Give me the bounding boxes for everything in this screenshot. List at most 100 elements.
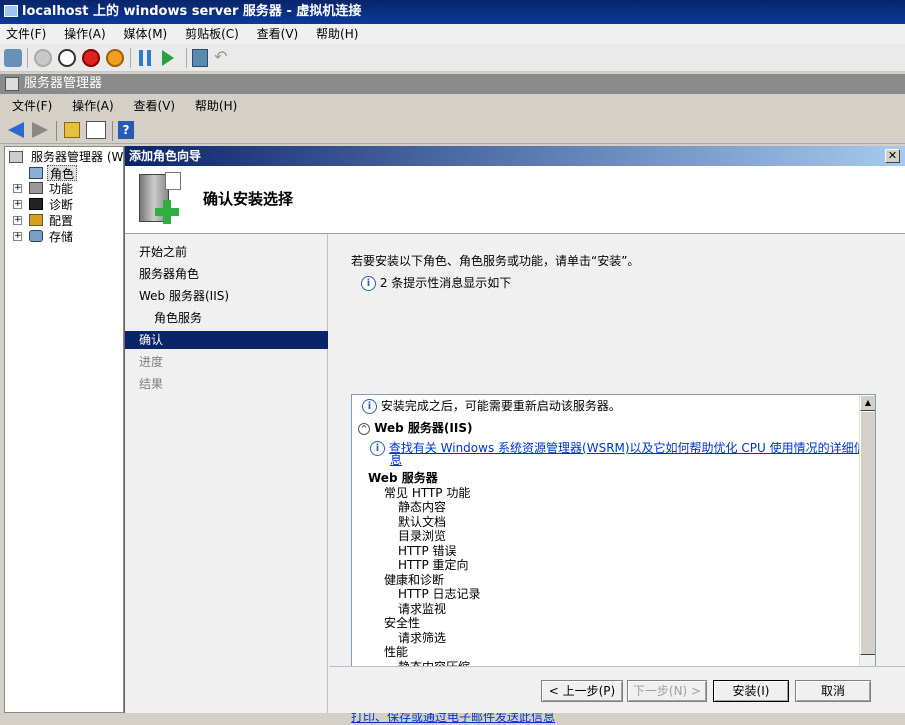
add-icon <box>155 200 179 224</box>
nav-confirmation[interactable]: 确认 <box>125 331 328 349</box>
wizard-nav: 开始之前 服务器角色 Web 服务器(IIS) 角色服务 确认 进度 结果 <box>125 234 328 713</box>
sm-menu-help[interactable]: 帮助(H) <box>195 99 237 113</box>
wsrm-row: i 查找有关 Windows 系统资源管理器(WSRM)以及它如何帮助优化 CP… <box>370 441 866 456</box>
role-service-item: HTTP 重定向 <box>398 558 469 572</box>
tree-item-configuration[interactable]: 配置 <box>49 213 73 229</box>
role-service-item: 健康和诊断 <box>384 572 445 587</box>
tree-item-features[interactable]: 功能 <box>49 181 73 197</box>
wizard-header: 确认安装选择 <box>125 166 905 234</box>
sm-menu-view[interactable]: 查看(V) <box>134 99 176 113</box>
role-service-item: 请求监视 <box>398 601 447 616</box>
close-icon[interactable]: ✕ <box>885 149 900 163</box>
role-service-item: 默认文档 <box>398 514 447 529</box>
tree-item-storage[interactable]: 存储 <box>49 229 73 245</box>
expand-icon[interactable]: + <box>13 184 22 193</box>
up-folder-icon[interactable] <box>64 122 80 138</box>
nav-progress: 进度 <box>139 355 164 369</box>
info-summary: i 2 条提示性消息显示如下 <box>361 274 511 291</box>
roles-icon <box>29 167 43 179</box>
cancel-button[interactable]: 取消 <box>795 680 871 702</box>
role-service-item: 请求筛选 <box>398 630 447 645</box>
snapshot-icon[interactable] <box>192 49 208 67</box>
scroll-up-icon[interactable]: ▲ <box>860 395 875 411</box>
info-icon: i <box>361 276 376 291</box>
pause-icon[interactable] <box>139 50 151 66</box>
vm-toolbar: ↶ <box>0 44 905 72</box>
forward-arrow-icon[interactable] <box>32 122 48 138</box>
diagnostics-icon <box>29 198 43 210</box>
vm-window-title: localhost 上的 windows server 服务器 - 虚拟机连接 <box>22 4 362 19</box>
revert-icon[interactable]: ↶ <box>214 49 230 65</box>
show-hide-tree-icon[interactable] <box>86 121 106 139</box>
toolbar-divider <box>186 48 187 68</box>
results-list[interactable]: i 安装完成之后，可能需要重新启动该服务器。 ^ Web 服务器(IIS) i … <box>351 394 876 698</box>
vm-menu-bar: 文件(F) 操作(A) 媒体(M) 剪贴板(C) 查看(V) 帮助(H) <box>0 24 905 44</box>
server-manager-title: 服务器管理器 <box>24 76 103 91</box>
sm-menu-bar: 文件(F) 操作(A) 查看(V) 帮助(H) <box>0 94 905 118</box>
back-arrow-icon[interactable] <box>8 122 24 138</box>
restart-notice-row: i 安装完成之后，可能需要重新启动该服务器。 <box>362 399 621 414</box>
toolbar-divider <box>27 48 28 68</box>
nav-before-you-begin[interactable]: 开始之前 <box>125 243 328 261</box>
sm-menu-file[interactable]: 文件(F) <box>12 99 52 113</box>
server-manager-title-bar: 服务器管理器 <box>0 74 905 94</box>
wizard-heading: 确认安装选择 <box>203 190 294 208</box>
toolbar-divider <box>56 121 57 141</box>
wizard-title: 添加角色向导 <box>129 149 202 163</box>
expand-icon[interactable]: + <box>13 216 22 225</box>
vm-menu-media[interactable]: 媒体(M) <box>124 27 168 41</box>
expand-icon[interactable]: + <box>13 200 22 209</box>
tree-item-diagnostics[interactable]: 诊断 <box>49 197 73 213</box>
start-icon[interactable] <box>34 49 52 67</box>
save-state-icon[interactable] <box>106 49 124 67</box>
vm-menu-view[interactable]: 查看(V) <box>257 27 299 41</box>
nav-server-roles[interactable]: 服务器角色 <box>125 265 328 283</box>
section-header[interactable]: ^ Web 服务器(IIS) <box>358 421 472 435</box>
toolbar-divider <box>112 121 113 141</box>
document-icon <box>165 172 181 190</box>
scroll-thumb[interactable] <box>860 411 875 655</box>
next-button: 下一步(N) > <box>627 680 707 702</box>
role-service-item: HTTP 错误 <box>398 543 457 558</box>
server-manager-icon <box>5 77 19 91</box>
tree-item-roles[interactable]: 角色 <box>47 165 78 181</box>
collapse-icon[interactable]: ^ <box>358 422 370 435</box>
restart-notice: 安装完成之后，可能需要重新启动该服务器。 <box>380 399 621 413</box>
vm-menu-action[interactable]: 操作(A) <box>64 27 106 41</box>
wizard-content: 若要安装以下角色、角色服务或功能，请单击“安装”。 i 2 条提示性消息显示如下… <box>329 234 905 724</box>
info-count: 2 条提示性消息显示如下 <box>379 276 512 290</box>
wizard-footer: < 上一步(P) 下一步(N) > 安装(I) 取消 <box>329 666 905 713</box>
turn-off-icon[interactable] <box>58 49 76 67</box>
results-scrollbar[interactable]: ▲ ▼ <box>859 395 875 697</box>
intro-text: 若要安装以下角色、角色服务或功能，请单击“安装”。 <box>351 254 640 268</box>
role-service-item: 性能 <box>384 645 409 659</box>
features-icon <box>29 182 43 194</box>
nav-results: 结果 <box>139 377 164 391</box>
computer-icon <box>4 5 18 17</box>
back-button[interactable]: < 上一步(P) <box>541 680 623 702</box>
configuration-icon <box>29 214 43 226</box>
expand-icon[interactable]: + <box>13 232 22 241</box>
console-tree: 服务器管理器 (W 角色 + 功能 + 诊断 + 配置 + 存储 <box>4 146 124 713</box>
vm-title-bar: localhost 上的 windows server 服务器 - 虚拟机连接 <box>0 0 905 24</box>
help-icon[interactable]: ? <box>118 121 134 139</box>
storage-icon <box>29 230 43 242</box>
wizard-title-bar: 添加角色向导 ✕ <box>125 146 905 166</box>
sm-menu-action[interactable]: 操作(A) <box>72 99 114 113</box>
server-manager-node-icon <box>9 151 23 163</box>
wsrm-link-continued[interactable]: 息 <box>390 453 402 467</box>
install-button[interactable]: 安装(I) <box>713 680 789 702</box>
role-service-item: HTTP 日志记录 <box>398 587 481 601</box>
vm-menu-file[interactable]: 文件(F) <box>6 27 46 41</box>
vm-menu-clipboard[interactable]: 剪贴板(C) <box>185 27 239 41</box>
tree-root[interactable]: 服务器管理器 (W <box>31 149 123 165</box>
role-service-item: 目录浏览 <box>398 529 447 543</box>
nav-role-services[interactable]: 角色服务 <box>125 309 328 327</box>
resume-icon[interactable] <box>162 50 174 66</box>
vm-menu-help[interactable]: 帮助(H) <box>316 27 358 41</box>
shutdown-icon[interactable] <box>82 49 100 67</box>
nav-web-server[interactable]: Web 服务器(IIS) <box>125 287 328 305</box>
info-icon: i <box>362 399 377 414</box>
wsrm-link[interactable]: 查找有关 Windows 系统资源管理器(WSRM)以及它如何帮助优化 CPU … <box>389 441 866 455</box>
ctrl-alt-del-icon[interactable] <box>4 49 22 67</box>
